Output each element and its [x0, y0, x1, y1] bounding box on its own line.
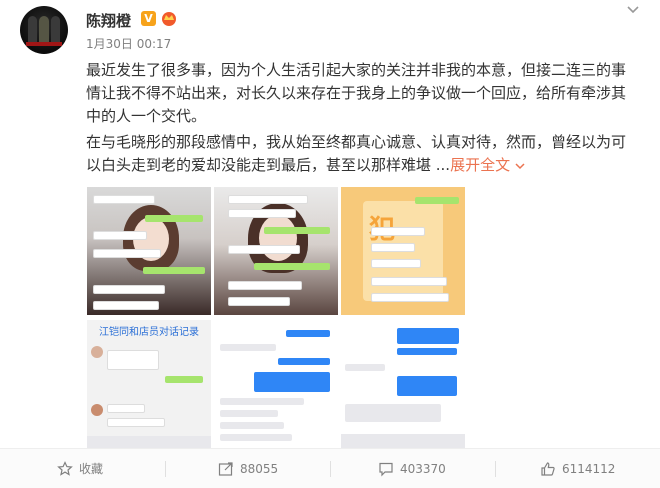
author-avatar[interactable] — [20, 6, 68, 54]
image-thumbnail-4[interactable]: 江铠同和店员对话记录 — [87, 320, 211, 448]
star-icon — [57, 460, 73, 476]
like-button[interactable]: 6114112 — [540, 449, 615, 488]
comment-icon — [379, 462, 393, 476]
image-thumbnail-2[interactable] — [214, 187, 338, 315]
post-content: 最近发生了很多事，因为个人生活引起大家的关注并非我的本意，但接二连三的事情让我不… — [86, 59, 634, 177]
verified-badge-icon: V — [141, 11, 156, 26]
favorite-label: 收藏 — [79, 462, 104, 476]
repost-count: 88055 — [240, 461, 279, 476]
comment-count: 403370 — [400, 461, 446, 476]
image-thumbnail-6[interactable] — [341, 320, 465, 448]
expand-label[interactable]: 展开全文 — [450, 156, 510, 174]
divider — [165, 461, 166, 477]
post-paragraph-2: 在与毛晓彤的那段感情中，我从始至终都真心诚意、认真对待，然而，曾经以为可以白头走… — [86, 131, 634, 177]
image-grid: 犯 江铠同和店员对话记录 — [87, 187, 465, 448]
post-paragraph-2-text: 在与毛晓彤的那段感情中，我从始至终都真心诚意、认真对待，然而，曾经以为可以白头走… — [86, 133, 627, 174]
chevron-down-icon[interactable] — [626, 3, 640, 17]
image-thumbnail-1[interactable] — [87, 187, 211, 315]
member-crown-icon — [162, 12, 176, 26]
expand-full-text-link[interactable]: 展开全文 — [450, 156, 526, 174]
share-icon — [218, 461, 233, 476]
comment-button[interactable]: 403370 — [378, 449, 446, 488]
favorite-button[interactable]: 收藏 — [57, 449, 103, 488]
like-count: 6114112 — [562, 461, 616, 476]
author-name[interactable]: 陈翔橙 — [86, 10, 131, 31]
divider — [495, 461, 496, 477]
image-thumbnail-5[interactable] — [214, 320, 338, 448]
divider — [330, 461, 331, 477]
repost-button[interactable]: 88055 — [218, 449, 278, 488]
image-thumbnail-3[interactable]: 犯 — [341, 187, 465, 315]
weibo-post-card: 陈翔橙 V 1月30日 00:17 最近发生了很多事，因为个人生活引起大家的关注… — [0, 0, 660, 488]
post-paragraph-1: 最近发生了很多事，因为个人生活引起大家的关注并非我的本意，但接二连三的事情让我不… — [86, 61, 627, 125]
chevron-down-icon[interactable] — [514, 161, 526, 171]
post-timestamp[interactable]: 1月30日 00:17 — [86, 35, 171, 52]
action-bar: 收藏 88055 403370 6114112 — [0, 448, 660, 488]
thumbs-up-icon — [541, 461, 555, 476]
image-4-title-text: 江铠同和店员对话记录 — [99, 327, 199, 338]
